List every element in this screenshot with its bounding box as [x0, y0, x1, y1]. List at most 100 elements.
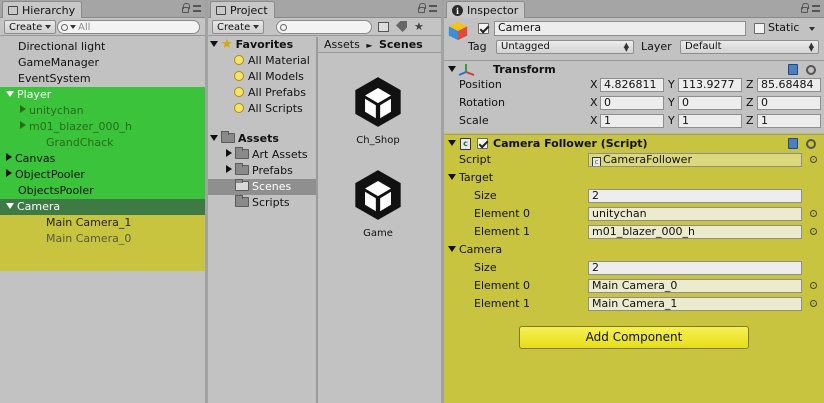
scale-z-field[interactable]: 1	[757, 114, 821, 128]
hierarchy-item-label: unitychan	[29, 104, 84, 117]
hierarchy-item[interactable]: Camera	[0, 199, 205, 215]
help-book-icon[interactable]	[788, 138, 798, 149]
folder-item-prefabs[interactable]: Prefabs	[208, 163, 316, 179]
hierarchy-item[interactable]: Main Camera_0	[0, 231, 205, 247]
static-checkbox[interactable]	[754, 23, 765, 34]
expand-arrow-icon[interactable]	[226, 149, 232, 157]
project-tab[interactable]: Project	[210, 1, 275, 18]
object-picker-icon[interactable]	[810, 228, 817, 235]
rotation-y-field[interactable]: 0	[678, 96, 742, 110]
hierarchy-item[interactable]: m01_blazer_000_h	[0, 119, 205, 135]
gear-icon[interactable]	[806, 139, 816, 149]
position-x-field[interactable]: 4.826811	[600, 78, 664, 92]
rotation-z-field[interactable]: 0	[757, 96, 821, 110]
expanded-arrow-icon[interactable]	[6, 91, 14, 97]
target-size-field[interactable]: 2	[588, 189, 802, 203]
collapsed-arrow-icon[interactable]	[20, 121, 26, 129]
camera-follower-header[interactable]: c Camera Follower (Script)	[444, 134, 824, 152]
collapsed-arrow-icon[interactable]	[6, 169, 12, 177]
object-name-input[interactable]: Camera	[494, 21, 746, 36]
filter-by-label-icon[interactable]	[396, 21, 407, 32]
hierarchy-item[interactable]: EventSystem	[0, 71, 205, 87]
component-enabled-checkbox[interactable]	[477, 138, 488, 149]
panel-menu-icon[interactable]	[429, 5, 437, 12]
object-picker-icon[interactable]	[810, 210, 817, 217]
active-checkbox[interactable]	[478, 23, 489, 34]
hierarchy-item[interactable]: GrandChack	[0, 135, 205, 151]
position-y-field[interactable]: 113.9277	[678, 78, 742, 92]
search-filter-caret-icon[interactable]	[70, 25, 76, 29]
expanded-arrow-icon[interactable]	[6, 203, 14, 209]
position-z-field[interactable]: 85.68484	[757, 78, 821, 92]
hierarchy-item[interactable]: Player	[0, 87, 205, 103]
script-value: CameraFollower	[603, 153, 692, 166]
favorite-item[interactable]: All Scripts	[208, 101, 316, 117]
rotation-x-field[interactable]: 0	[600, 96, 664, 110]
breadcrumb-root[interactable]: Assets	[324, 38, 360, 51]
panel-menu-icon[interactable]	[812, 5, 820, 12]
tag-dropdown[interactable]: Untagged ▲ ▼	[496, 40, 634, 54]
lock-icon[interactable]	[801, 3, 809, 13]
hierarchy-search-input[interactable]: All	[57, 20, 200, 34]
project-create-button[interactable]: Create	[212, 20, 265, 34]
hierarchy-item[interactable]: Canvas	[0, 151, 205, 167]
hierarchy-item[interactable]: Main Camera_1	[0, 215, 205, 231]
folder-item-scripts[interactable]: Scripts	[208, 195, 316, 211]
scene-asset-game[interactable]: Game	[338, 168, 418, 239]
object-picker-icon[interactable]	[810, 282, 817, 289]
hierarchy-item[interactable]: ObjectPooler	[0, 167, 205, 183]
hierarchy-item[interactable]: GameManager	[0, 55, 205, 71]
hierarchy-tab[interactable]: Hierarchy	[2, 1, 83, 18]
scale-y-field[interactable]: 1	[678, 114, 742, 128]
scene-asset-ch-shop[interactable]: Ch_Shop	[338, 75, 418, 146]
lock-icon[interactable]	[182, 3, 190, 13]
static-dropdown-caret-icon[interactable]	[809, 27, 815, 31]
expand-arrow-icon[interactable]	[210, 135, 218, 141]
object-picker-icon[interactable]	[810, 300, 817, 307]
collapse-arrow-icon[interactable]	[448, 66, 456, 72]
favorite-item[interactable]: All Models	[208, 69, 316, 85]
collapsed-arrow-icon[interactable]	[6, 153, 12, 161]
camera-size-field[interactable]: 2	[588, 261, 802, 275]
hierarchy-create-button[interactable]: Create	[4, 20, 57, 34]
add-component-button[interactable]: Add Component	[519, 326, 749, 349]
folder-item-scenes[interactable]: Scenes	[208, 179, 316, 195]
camera-foldout[interactable]: Camera	[448, 243, 502, 257]
layer-dropdown[interactable]: Default ▲ ▼	[680, 40, 819, 54]
inspector-tab[interactable]: i Inspector	[446, 1, 526, 18]
camera-list-label: Camera	[459, 243, 503, 256]
folder-item-art-assets[interactable]: Art Assets	[208, 147, 316, 163]
camera-element-field[interactable]: Main Camera_0	[588, 279, 802, 293]
gear-icon[interactable]	[806, 65, 816, 75]
hierarchy-item[interactable]: ObjectsPooler	[0, 183, 205, 199]
favorite-item[interactable]: All Prefabs	[208, 85, 316, 101]
collapsed-arrow-icon[interactable]	[20, 105, 26, 113]
hierarchy-item[interactable]: unitychan	[0, 103, 205, 119]
scale-x-field[interactable]: 1	[600, 114, 664, 128]
expand-arrow-icon[interactable]	[210, 41, 218, 47]
transform-header[interactable]: Transform	[444, 60, 824, 78]
inspector-panel: i Inspector Camera Static Tag Untagged ▲…	[444, 0, 824, 403]
breadcrumb-separator: ►	[366, 41, 373, 50]
panel-menu-icon[interactable]	[193, 5, 201, 12]
help-book-icon[interactable]	[788, 64, 798, 75]
collapse-arrow-icon[interactable]	[448, 140, 456, 146]
project-search-input[interactable]	[276, 20, 372, 34]
camera-element-field[interactable]: Main Camera_1	[588, 297, 802, 311]
filter-by-type-icon[interactable]	[378, 22, 389, 32]
target-element-field[interactable]: m01_blazer_000_h	[588, 225, 802, 239]
folder-label: Scenes	[252, 180, 292, 193]
save-search-star-icon[interactable]: ★	[414, 21, 424, 33]
hierarchy-item-label: m01_blazer_000_h	[29, 120, 133, 133]
assets-header[interactable]: Assets	[208, 131, 316, 147]
target-foldout[interactable]: Target	[448, 171, 493, 185]
object-picker-icon[interactable]	[810, 156, 817, 163]
expand-arrow-icon[interactable]	[226, 165, 232, 173]
unity-scene-icon	[355, 77, 401, 127]
target-element-field[interactable]: unitychan	[588, 207, 802, 221]
lock-icon[interactable]	[418, 3, 426, 13]
favorite-item[interactable]: All Material	[208, 53, 316, 69]
script-object-field[interactable]: c CameraFollower	[588, 153, 802, 167]
favorites-header[interactable]: ★ Favorites	[208, 37, 316, 53]
hierarchy-item[interactable]: Directional light	[0, 39, 205, 55]
